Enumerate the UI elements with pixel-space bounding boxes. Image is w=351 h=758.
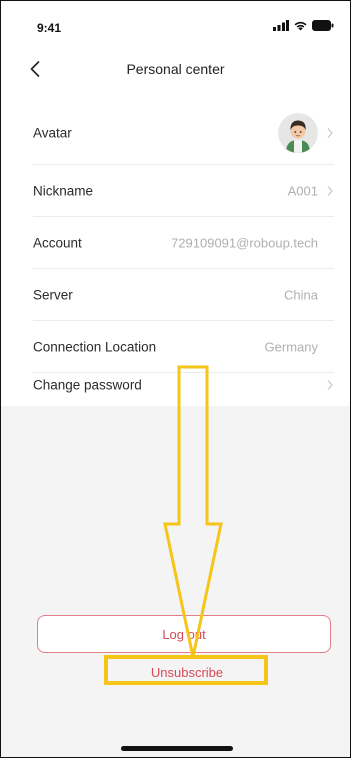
status-icons	[273, 20, 334, 31]
home-indicator	[121, 746, 233, 751]
row-label-server: Server	[33, 287, 73, 303]
wifi-icon	[294, 21, 307, 31]
row-nickname[interactable]: Nickname A001	[1, 165, 350, 217]
row-change-password[interactable]: Change password	[1, 359, 350, 411]
connection-location-value: Germany	[264, 339, 318, 355]
chevron-right-icon	[327, 186, 333, 196]
chevron-right-icon	[327, 128, 333, 138]
row-label-account: Account	[33, 235, 82, 251]
row-label-change-password: Change password	[33, 377, 142, 393]
settings-list: Avatar Nickname A001 Account 729109091@r…	[1, 93, 350, 406]
chevron-right-icon	[327, 380, 333, 390]
row-label-avatar: Avatar	[33, 125, 72, 141]
signal-icon	[273, 20, 289, 31]
battery-icon	[312, 20, 334, 31]
row-avatar[interactable]: Avatar	[1, 101, 350, 165]
status-bar: 9:41	[1, 1, 350, 45]
logout-button[interactable]: Log out	[37, 615, 331, 653]
status-time: 9:41	[37, 21, 62, 35]
server-value: China	[284, 287, 318, 303]
row-label-connection-location: Connection Location	[33, 339, 157, 355]
nickname-value: A001	[287, 183, 318, 199]
nav-bar: Personal center	[1, 45, 350, 93]
avatar-icon	[278, 113, 318, 153]
row-account: Account 729109091@roboup.tech	[1, 217, 350, 269]
row-label-nickname: Nickname	[33, 183, 94, 199]
page-title: Personal center	[126, 61, 225, 77]
account-value: 729109091@roboup.tech	[171, 235, 318, 251]
phone-screen: 9:41 Personal center Avatar Nickname A00…	[0, 0, 351, 758]
row-server: Server China	[1, 269, 350, 321]
unsubscribe-button[interactable]: Unsubscribe	[105, 663, 269, 683]
avatar[interactable]	[278, 113, 318, 153]
